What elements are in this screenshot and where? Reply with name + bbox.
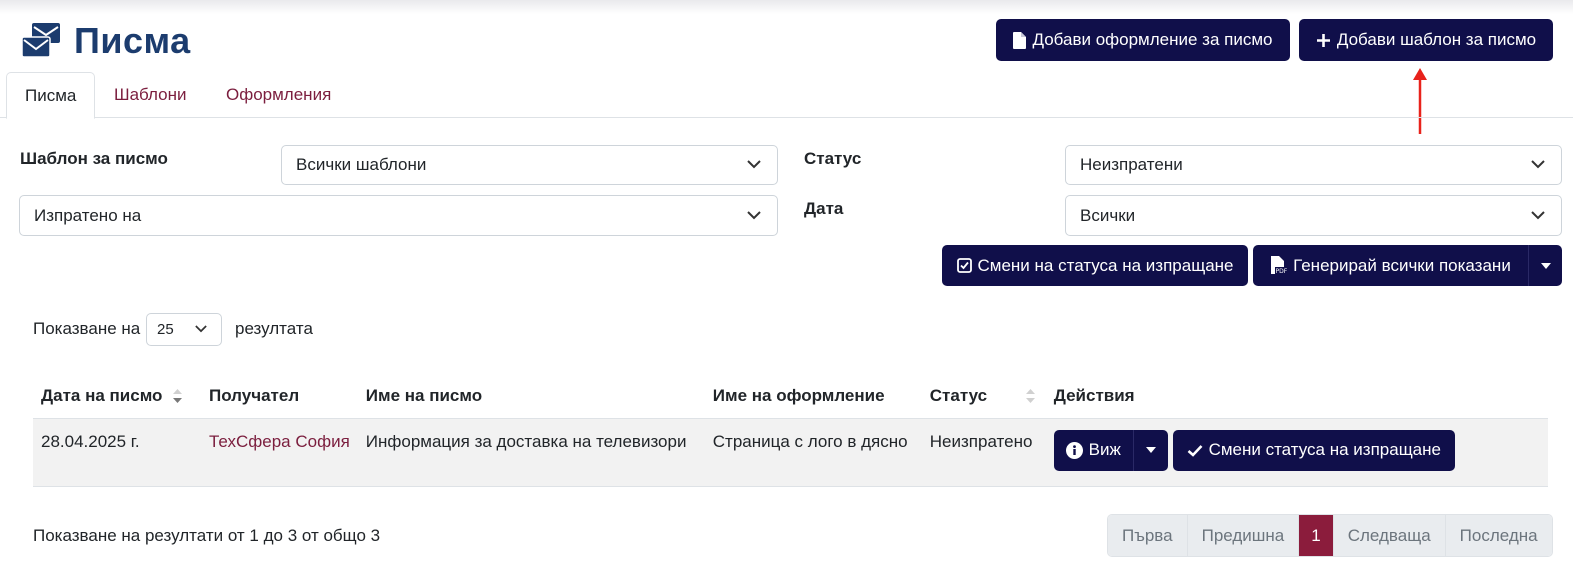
pagination-current[interactable]: 1 <box>1299 515 1334 556</box>
column-header-status[interactable]: Статус <box>921 374 1046 419</box>
add-template-button[interactable]: Добави шаблон за писмо <box>1299 19 1553 61</box>
row-change-status-label: Смени статуса на изпращане <box>1208 440 1441 459</box>
column-header-date[interactable]: Дата на писмо <box>33 374 201 419</box>
pagination-next[interactable]: Следваща <box>1333 515 1446 556</box>
plus-icon <box>1316 33 1330 47</box>
template-filter-label: Шаблон за писмо <box>20 149 168 168</box>
caret-down-icon <box>1145 447 1156 453</box>
svg-text:PDF: PDF <box>1276 268 1288 275</box>
check-icon <box>1187 444 1203 457</box>
chevron-down-icon <box>747 160 761 169</box>
caret-down-icon <box>1540 262 1551 269</box>
cell-design-name: Страница с лого в дясно <box>704 418 922 487</box>
envelopes-icon <box>21 23 60 58</box>
tab-bar: Писма Шаблони Оформления <box>0 72 1573 119</box>
info-icon <box>1065 441 1083 459</box>
add-design-button[interactable]: Добави оформление за писмо <box>996 19 1290 61</box>
page-title: Писма <box>74 20 191 61</box>
pagination: Първа Предишна 1 Следваща Последна <box>1107 514 1553 557</box>
view-dropdown-toggle[interactable] <box>1133 429 1168 471</box>
cell-status: Неизпратено <box>921 418 1046 487</box>
generate-all-label: Генерирай всички показани <box>1293 255 1511 275</box>
cell-letter-name: Информация за доставка на телевизори <box>357 418 705 487</box>
file-icon <box>1013 31 1027 49</box>
tab-templates[interactable]: Шаблони <box>96 72 204 118</box>
view-button[interactable]: Виж <box>1053 429 1134 471</box>
cell-date: 28.04.2025 г. <box>33 418 201 487</box>
pagination-last[interactable]: Последна <box>1445 515 1552 556</box>
checkbox-icon <box>956 258 972 273</box>
page-header: Писма <box>20 18 191 64</box>
sent-on-select[interactable]: Изпратено на <box>19 195 778 236</box>
page-size-value: 25 <box>157 321 174 338</box>
cell-actions: Виж Смени статуса на изпращане <box>1045 418 1548 487</box>
sent-on-select-value: Изпратено на <box>34 205 142 225</box>
chevron-down-icon <box>195 324 207 332</box>
status-select[interactable]: Неизпратени <box>1065 145 1562 185</box>
view-label: Виж <box>1088 440 1121 459</box>
tab-designs[interactable]: Оформления <box>208 72 349 118</box>
row-change-status-button[interactable]: Смени статуса на изпращане <box>1172 429 1455 471</box>
column-header-recipient: Получател <box>201 374 358 419</box>
chevron-down-icon <box>1531 210 1545 219</box>
sort-desc-icon <box>173 389 183 404</box>
pdf-file-icon: PDF <box>1271 256 1288 275</box>
status-filter-label: Статус <box>804 149 862 168</box>
generate-all-dropdown-toggle[interactable] <box>1529 245 1562 286</box>
date-select-value: Всички <box>1080 205 1136 225</box>
tab-letters[interactable]: Писма <box>6 72 96 119</box>
results-summary: Показване на резултати от 1 до 3 от общо… <box>33 526 381 545</box>
table-header-row: Дата на писмо Получател Име на писмо Име… <box>33 374 1548 419</box>
column-header-actions: Действия <box>1045 374 1548 419</box>
letters-table: Дата на писмо Получател Име на писмо Име… <box>33 374 1548 487</box>
pagination-first[interactable]: Първа <box>1108 515 1188 556</box>
date-filter-label: Дата <box>804 199 844 218</box>
date-select[interactable]: Всички <box>1065 195 1562 236</box>
sort-icon <box>1025 389 1035 404</box>
page-size-select[interactable]: 25 <box>146 313 222 346</box>
add-template-label: Добави шаблон за писмо <box>1336 30 1537 49</box>
chevron-down-icon <box>1531 160 1545 169</box>
page-size-prefix: Показване на <box>33 319 141 338</box>
change-status-label: Смени на статуса на изпращане <box>977 255 1234 275</box>
column-header-letter-name: Име на писмо <box>357 374 705 419</box>
change-status-button[interactable]: Смени на статуса на изпращане <box>942 245 1248 286</box>
template-select[interactable]: Всички шаблони <box>281 145 778 185</box>
recipient-link[interactable]: ТехСфера София <box>209 432 350 451</box>
table-row: 28.04.2025 г. ТехСфера София Информация … <box>33 418 1548 487</box>
status-select-value: Неизпратени <box>1080 155 1183 174</box>
template-select-value: Всички шаблони <box>296 155 427 174</box>
add-design-label: Добави оформление за писмо <box>1032 30 1273 49</box>
top-shade <box>0 0 1573 14</box>
generate-all-button[interactable]: PDF Генерирай всички показани <box>1253 245 1529 286</box>
pagination-prev[interactable]: Предишна <box>1187 515 1300 556</box>
page-size-suffix: резултата <box>235 319 313 338</box>
cell-recipient: ТехСфера София <box>201 418 358 487</box>
chevron-down-icon <box>747 210 761 219</box>
column-header-design-name: Име на оформление <box>704 374 922 419</box>
